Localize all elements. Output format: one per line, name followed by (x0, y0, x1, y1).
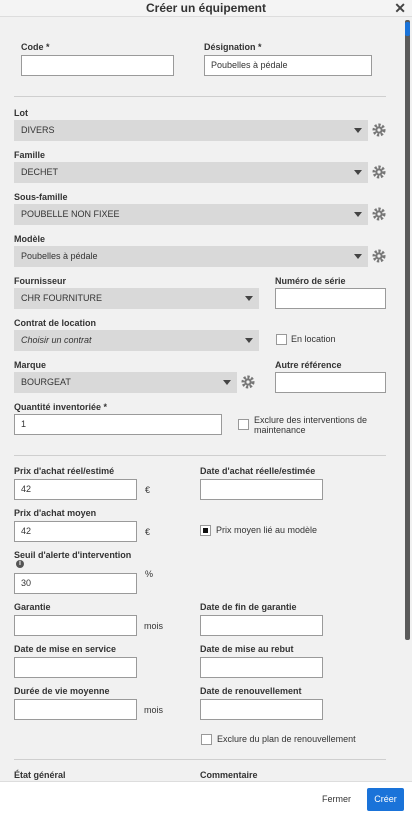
mois-unit: mois (144, 621, 164, 631)
fournisseur-label: Fournisseur (14, 276, 67, 286)
date-fin-garantie-label: Date de fin de garantie (200, 602, 297, 612)
famille-value: DECHET (21, 167, 59, 177)
date-mise-rebut-label: Date de mise au rebut (200, 644, 294, 654)
scrollbar-indicator (405, 22, 410, 36)
sous-famille-select[interactable]: POUBELLE NON FIXEE (14, 204, 368, 225)
gear-icon[interactable] (371, 206, 387, 222)
divider (14, 96, 386, 97)
famille-select[interactable]: DECHET (14, 162, 368, 183)
en-location-label: En location (291, 334, 336, 344)
prix-moyen-lie-checkbox[interactable] (200, 525, 211, 536)
date-achat-label: Date d'achat réelle/estimée (200, 466, 316, 476)
date-renouvellement-label: Date de renouvellement (200, 686, 302, 696)
quantite-label: Quantité inventoriée * (14, 402, 108, 412)
prix-achat-label: Prix d'achat réel/estimé (14, 466, 115, 476)
close-button[interactable]: Fermer (322, 794, 351, 804)
modele-label: Modèle (14, 234, 46, 244)
date-mise-service-input[interactable] (14, 657, 137, 678)
modele-value: Poubelles à pédale (21, 251, 98, 261)
designation-input[interactable]: Poubelles à pédale (204, 55, 372, 76)
exclure-interventions-checkbox[interactable] (238, 419, 249, 430)
gear-icon[interactable] (371, 248, 387, 264)
marque-value: BOURGEAT (21, 377, 71, 387)
euro-unit: € (145, 527, 151, 537)
quantite-input[interactable]: 1 (14, 414, 222, 435)
marque-label: Marque (14, 360, 47, 370)
gear-icon[interactable] (371, 164, 387, 180)
contrat-select[interactable]: Choisir un contrat (14, 330, 259, 351)
seuil-alerte-label: Seuil d'alerte d'intervention (14, 550, 132, 560)
chevron-down-icon (354, 128, 362, 133)
date-fin-garantie-input[interactable] (200, 615, 323, 636)
close-icon[interactable]: ✕ (394, 0, 406, 17)
fournisseur-select[interactable]: CHR FOURNITURE (14, 288, 259, 309)
gear-icon[interactable] (240, 374, 256, 390)
duree-vie-input[interactable] (14, 699, 137, 720)
commentaire-label: Commentaire (200, 770, 258, 780)
prix-achat-input[interactable]: 42 (14, 479, 137, 500)
date-renouvellement-input[interactable] (200, 699, 323, 720)
famille-label: Famille (14, 150, 46, 160)
divider (14, 759, 386, 760)
en-location-checkbox[interactable] (276, 334, 287, 345)
duree-vie-label: Durée de vie moyenne (14, 686, 110, 696)
garantie-input[interactable] (14, 615, 137, 636)
contrat-placeholder: Choisir un contrat (21, 335, 92, 345)
code-input[interactable] (21, 55, 174, 76)
designation-label: Désignation * (204, 42, 262, 52)
autre-reference-input[interactable] (275, 372, 386, 393)
mois-unit: mois (144, 705, 164, 715)
create-button[interactable]: Créer (367, 788, 404, 811)
chevron-down-icon (245, 338, 253, 343)
lot-label: Lot (14, 108, 28, 118)
lot-select[interactable]: DIVERS (14, 120, 368, 141)
euro-unit: € (145, 485, 151, 495)
date-mise-service-label: Date de mise en service (14, 644, 117, 654)
numero-serie-label: Numéro de série (275, 276, 346, 286)
gear-icon[interactable] (371, 122, 387, 138)
seuil-alerte-input[interactable]: 30 (14, 573, 137, 594)
exclure-interventions-label: Exclure des interventions de maintenance (254, 415, 368, 435)
dialog-title: Créer un équipement (145, 1, 267, 15)
date-mise-rebut-input[interactable] (200, 657, 323, 678)
etat-general-label: État général (14, 770, 66, 780)
prix-moyen-input[interactable]: 42 (14, 521, 137, 542)
exclure-renouvellement-checkbox[interactable] (201, 734, 212, 745)
chevron-down-icon (223, 380, 231, 385)
garantie-label: Garantie (14, 602, 51, 612)
chevron-down-icon (354, 212, 362, 217)
exclure-renouvellement-label: Exclure du plan de renouvellement (217, 734, 356, 744)
percent-unit: % (145, 569, 154, 579)
marque-select[interactable]: BOURGEAT (14, 372, 237, 393)
prix-moyen-label: Prix d'achat moyen (14, 508, 97, 518)
modele-select[interactable]: Poubelles à pédale (14, 246, 368, 267)
code-label: Code * (21, 42, 50, 52)
fournisseur-value: CHR FOURNITURE (21, 293, 102, 303)
info-icon[interactable]: i (16, 560, 24, 568)
chevron-down-icon (245, 296, 253, 301)
prix-moyen-lie-label: Prix moyen lié au modèle (216, 525, 318, 535)
dialog-footer: Fermer (0, 781, 412, 816)
numero-serie-input[interactable] (275, 288, 386, 309)
scrollbar-thumb[interactable] (405, 20, 410, 640)
chevron-down-icon (354, 170, 362, 175)
sous-famille-label: Sous-famille (14, 192, 68, 202)
date-achat-input[interactable] (200, 479, 323, 500)
sous-famille-value: POUBELLE NON FIXEE (21, 209, 120, 219)
contrat-label: Contrat de location (14, 318, 97, 328)
divider (14, 455, 386, 456)
lot-value: DIVERS (21, 125, 55, 135)
autre-reference-label: Autre référence (275, 360, 342, 370)
chevron-down-icon (354, 254, 362, 259)
dialog-titlebar: Créer un équipement ✕ (0, 0, 412, 17)
